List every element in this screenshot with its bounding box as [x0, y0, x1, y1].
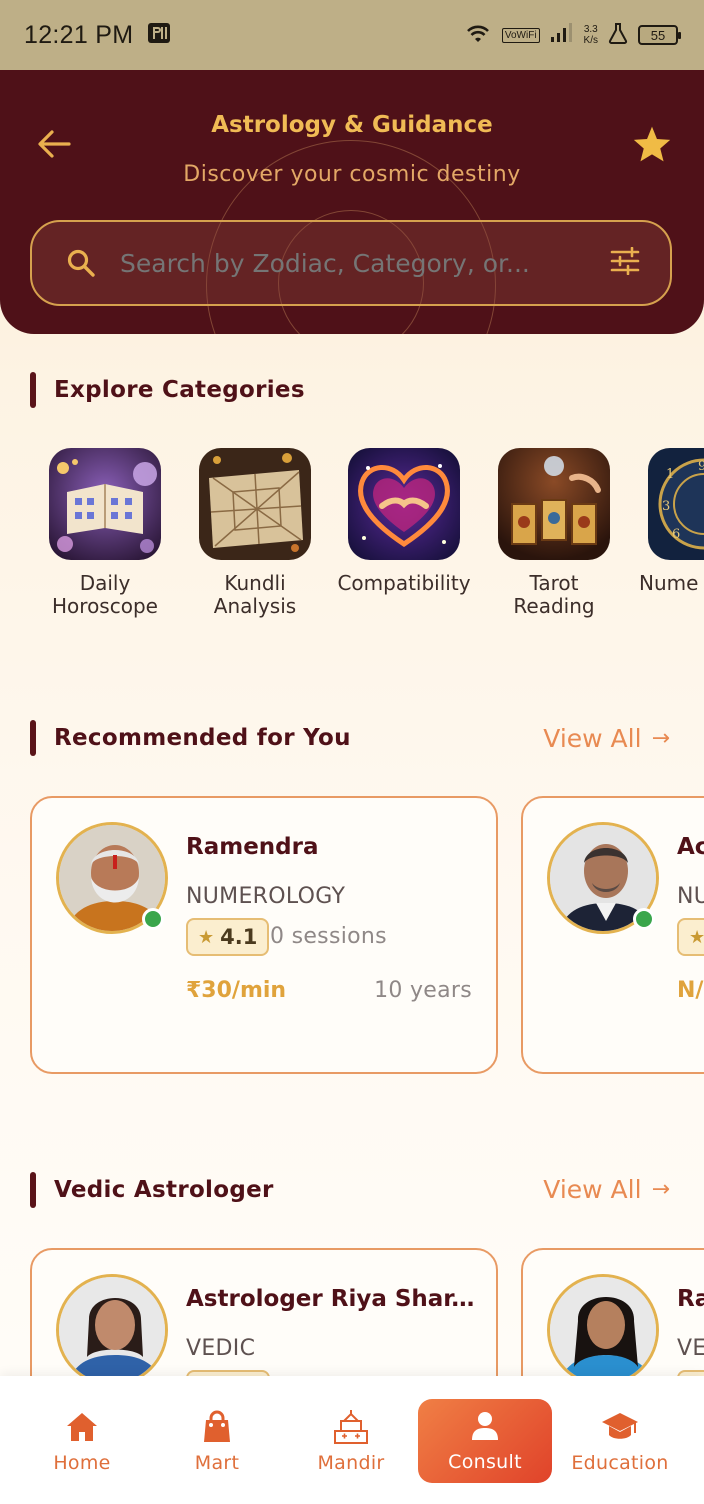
person-icon	[418, 1407, 552, 1445]
arrow-right-icon: →	[651, 726, 670, 751]
recommended-view-all-link[interactable]: View All →	[543, 724, 670, 753]
header: Astrology & Guidance Discover your cosmi…	[0, 70, 704, 334]
svg-text:1: 1	[666, 467, 674, 482]
astrologer-card[interactable]: Ramendra NUMEROLOGY ★ 4.1 0 sessions ₹30…	[30, 796, 498, 1074]
nav-label: Consult	[448, 1451, 522, 1473]
category-label: Daily	[79, 571, 131, 595]
page-subtitle: Discover your cosmic destiny	[183, 162, 521, 187]
search-icon	[67, 249, 95, 277]
filter-icon[interactable]	[610, 246, 640, 279]
favorite-button[interactable]	[630, 122, 674, 166]
star-icon	[633, 126, 671, 162]
vedic-carousel[interactable]: Astrologer Riya Shar... VEDIC Ra VE	[0, 1248, 704, 1376]
astrologer-name: Ac	[677, 834, 704, 860]
tarot-reading-image	[498, 448, 610, 560]
network-speed: 3.3 K/s	[583, 24, 598, 46]
wifi-icon	[464, 22, 492, 48]
vedic-section-header: Vedic Astrologer	[30, 1172, 274, 1208]
astrologer-card[interactable]: Ra VE	[521, 1248, 704, 1376]
category-compatibility[interactable]: Compatibility	[329, 448, 479, 595]
battery-indicator: 55	[638, 25, 681, 45]
nav-label: Education	[571, 1452, 669, 1474]
category-label: Analysis	[213, 594, 297, 618]
category-label: Horoscope	[52, 594, 158, 618]
temple-icon	[284, 1408, 418, 1446]
category-label: Nume	[639, 571, 699, 595]
svg-text:6: 6	[672, 527, 680, 542]
category-daily-horoscope[interactable]: Daily Horoscope	[30, 448, 180, 618]
category-label: Tarot	[529, 571, 579, 595]
astrologer-category: VE	[677, 1336, 704, 1361]
graduation-cap-icon	[553, 1408, 687, 1446]
section-accent-bar	[30, 720, 36, 756]
astrologer-category: NUMEROLOGY	[186, 884, 346, 909]
status-bar: 12:21 PM VoWiFi 3.3 K/s 55	[0, 0, 704, 70]
categories-title: Explore Categories	[54, 377, 305, 403]
nav-label: Home	[53, 1452, 111, 1474]
svg-text:3: 3	[662, 499, 670, 514]
category-tarot-reading[interactable]: Tarot Reading	[479, 448, 629, 618]
search-input[interactable]	[120, 248, 610, 278]
nav-label: Mandir	[317, 1452, 385, 1474]
star-icon: ★	[198, 926, 215, 948]
arrow-right-icon: →	[651, 1177, 670, 1202]
avatar	[547, 1274, 659, 1376]
search-bar[interactable]	[30, 220, 672, 306]
category-label: Reading	[513, 594, 595, 618]
astrologer-name: Ra	[677, 1286, 704, 1312]
section-accent-bar	[30, 1172, 36, 1208]
rating-badge: ★ 4.1	[186, 918, 270, 956]
shopping-bag-icon	[150, 1408, 284, 1446]
flask-icon	[608, 22, 628, 48]
star-icon: ★	[689, 926, 704, 948]
recommended-section-header: Recommended for You	[30, 720, 351, 756]
nav-mandir[interactable]: Mandir	[284, 1400, 418, 1484]
experience-years: 10 years	[374, 978, 472, 1003]
nav-consult[interactable]: Consult	[418, 1399, 552, 1483]
astrologer-name: Astrologer Riya Shar...	[186, 1286, 476, 1312]
online-status-indicator	[142, 908, 164, 930]
avatar	[56, 1274, 168, 1376]
svg-text:9: 9	[698, 459, 704, 474]
category-numerology[interactable]: 1 36 9 Nume	[629, 448, 704, 595]
astrologer-category: NU	[677, 884, 704, 909]
app-notification-icon	[147, 21, 171, 49]
kundli-analysis-image	[199, 448, 311, 560]
nav-label: Mart	[194, 1452, 240, 1474]
daily-horoscope-image	[49, 448, 161, 560]
category-label: Compatibility	[337, 571, 471, 595]
price-per-minute: N/	[677, 978, 704, 1003]
categories-section-header: Explore Categories	[30, 372, 305, 408]
page-title: Astrology & Guidance	[211, 112, 493, 138]
sessions-count: 0 sessions	[270, 924, 387, 949]
astrologer-name: Ramendra	[186, 834, 319, 860]
nav-home[interactable]: Home	[15, 1400, 149, 1484]
categories-carousel[interactable]: Daily Horoscope Kundli Analysis Compatib…	[0, 448, 704, 628]
numerology-image: 1 36 9	[648, 448, 704, 560]
vowifi-badge: VoWiFi	[501, 27, 540, 43]
nav-mart[interactable]: Mart	[150, 1400, 284, 1484]
price-per-minute: ₹30/min	[186, 978, 287, 1003]
vedic-view-all-link[interactable]: View All →	[543, 1175, 670, 1204]
astrologer-card[interactable]: Astrologer Riya Shar... VEDIC	[30, 1248, 498, 1376]
recommended-title: Recommended for You	[54, 725, 351, 751]
rating-value: 4.1	[220, 925, 258, 949]
online-status-indicator	[633, 908, 655, 930]
category-kundli-analysis[interactable]: Kundli Analysis	[180, 448, 330, 618]
astrologer-card[interactable]: Ac NU ★ N/	[521, 796, 704, 1074]
rating-badge: ★	[677, 918, 704, 956]
nav-education[interactable]: Education	[553, 1400, 687, 1484]
signal-icon	[550, 22, 574, 48]
astrologer-category: VEDIC	[186, 1336, 256, 1361]
status-time: 12:21 PM	[24, 20, 134, 49]
section-accent-bar	[30, 372, 36, 408]
compatibility-image	[348, 448, 460, 560]
home-icon	[15, 1408, 149, 1446]
bottom-navigation: Home Mart Mandir Consult Education	[0, 1376, 704, 1504]
vedic-title: Vedic Astrologer	[54, 1177, 274, 1203]
category-label: Kundli	[224, 571, 286, 595]
recommended-carousel[interactable]: Ramendra NUMEROLOGY ★ 4.1 0 sessions ₹30…	[0, 796, 704, 1076]
